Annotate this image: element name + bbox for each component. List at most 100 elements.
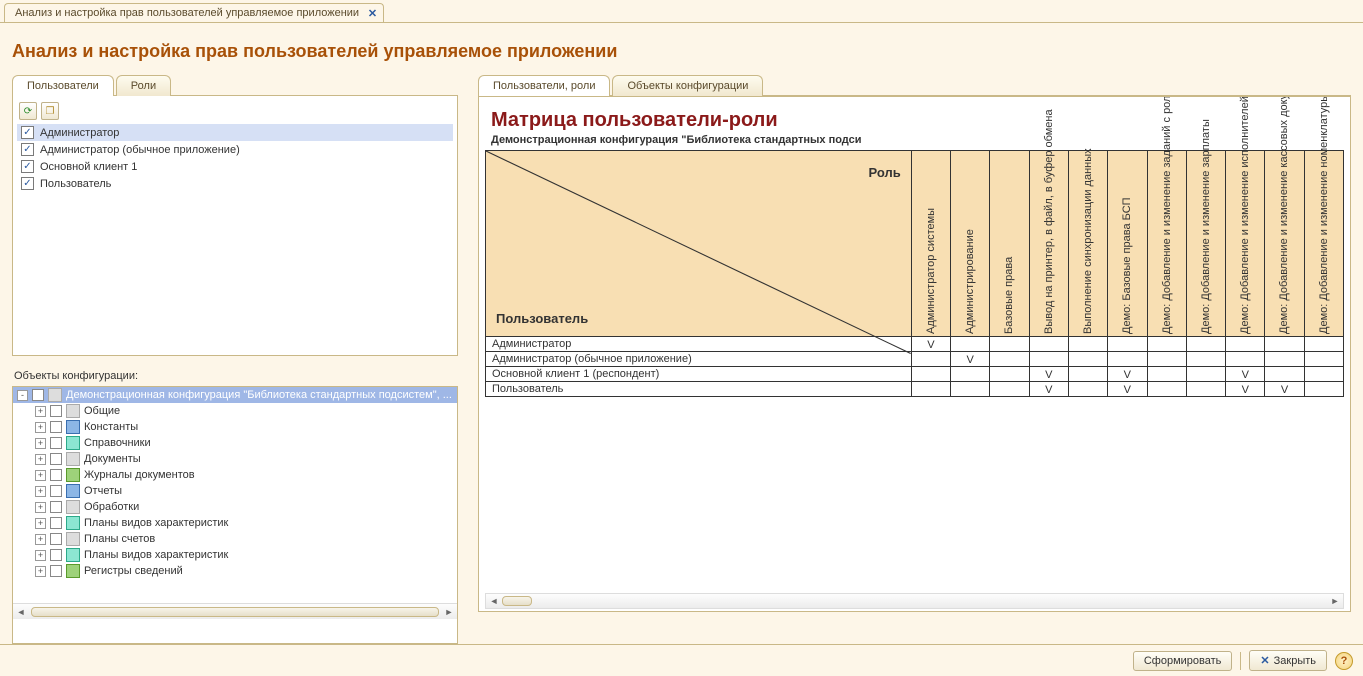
matrix-cell[interactable] [1068,337,1107,352]
matrix-cell[interactable] [951,337,990,352]
matrix-horizontal-scrollbar[interactable]: ◄ ► [485,593,1344,609]
expand-icon[interactable]: + [35,422,46,433]
checkbox-icon[interactable] [21,177,34,190]
matrix-cell[interactable] [911,352,950,367]
collapse-icon[interactable]: - [17,390,28,401]
user-row[interactable]: Администратор (обычное приложение) [17,141,453,158]
matrix-cell[interactable] [1147,367,1186,382]
matrix-cell[interactable]: V [1226,382,1265,397]
matrix-cell[interactable] [1186,382,1225,397]
checkbox-icon[interactable] [50,453,62,465]
tree-row[interactable]: +Планы видов характеристик [13,515,457,531]
expand-icon[interactable]: + [35,470,46,481]
checkbox-icon[interactable] [50,565,62,577]
tree-row[interactable]: -Демонстрационная конфигурация "Библиоте… [13,387,457,403]
matrix-cell[interactable]: V [1029,382,1068,397]
expand-icon[interactable]: + [35,502,46,513]
scroll-left-icon[interactable]: ◄ [13,607,29,617]
matrix-cell[interactable] [1147,352,1186,367]
tree-row[interactable]: +Журналы документов [13,467,457,483]
matrix-cell[interactable] [1304,352,1343,367]
matrix-cell[interactable]: V [1226,367,1265,382]
checkbox-icon[interactable] [21,160,34,173]
matrix-cell[interactable]: V [1108,367,1147,382]
matrix-cell[interactable] [1186,352,1225,367]
tab-users-roles[interactable]: Пользователи, роли [478,75,610,96]
checkbox-icon[interactable] [50,549,62,561]
expand-icon[interactable]: + [35,406,46,417]
matrix-cell[interactable] [1265,337,1304,352]
tree-row[interactable]: +Константы [13,419,457,435]
tree-row[interactable]: +Планы счетов [13,531,457,547]
matrix-cell[interactable] [990,367,1029,382]
scroll-thumb[interactable] [31,607,439,617]
close-button[interactable]: ✕Закрыть [1249,650,1327,671]
matrix-cell[interactable] [990,337,1029,352]
tree-row[interactable]: +Отчеты [13,483,457,499]
scroll-left-icon[interactable]: ◄ [486,596,502,606]
copy-button[interactable]: ❐ [41,102,59,120]
checkbox-icon[interactable] [21,143,34,156]
close-icon[interactable]: ✕ [368,7,377,20]
matrix-cell[interactable] [1068,352,1107,367]
matrix-cell[interactable] [1108,337,1147,352]
scroll-right-icon[interactable]: ► [441,607,457,617]
expand-icon[interactable]: + [35,454,46,465]
checkbox-icon[interactable] [50,437,62,449]
matrix-cell[interactable] [951,382,990,397]
user-row[interactable]: Администратор [17,124,453,141]
expand-icon[interactable]: + [35,534,46,545]
matrix-cell[interactable] [951,367,990,382]
expand-icon[interactable]: + [35,518,46,529]
matrix-cell[interactable] [1029,337,1068,352]
matrix-cell[interactable] [1304,337,1343,352]
matrix-cell[interactable]: V [951,352,990,367]
checkbox-icon[interactable] [50,421,62,433]
matrix-cell[interactable] [1265,352,1304,367]
expand-icon[interactable]: + [35,566,46,577]
tree-row[interactable]: +Справочники [13,435,457,451]
matrix-cell[interactable]: V [1265,382,1304,397]
help-button[interactable]: ? [1335,652,1353,670]
window-tab[interactable]: Анализ и настройка прав пользователей уп… [4,3,384,22]
scroll-right-icon[interactable]: ► [1327,596,1343,606]
tree-row[interactable]: +Планы видов характеристик [13,547,457,563]
tree-row[interactable]: +Общие [13,403,457,419]
matrix-cell[interactable] [911,382,950,397]
expand-icon[interactable]: + [35,486,46,497]
matrix-cell[interactable] [1108,352,1147,367]
matrix-cell[interactable]: V [1108,382,1147,397]
checkbox-icon[interactable] [50,485,62,497]
matrix-cell[interactable] [1304,367,1343,382]
matrix-cell[interactable] [1186,337,1225,352]
tree-row[interactable]: +Регистры сведений [13,563,457,579]
matrix-cell[interactable] [1147,337,1186,352]
matrix-cell[interactable]: V [1029,367,1068,382]
matrix-cell[interactable] [1029,352,1068,367]
tab-roles[interactable]: Роли [116,75,171,96]
expand-icon[interactable]: + [35,550,46,561]
matrix-cell[interactable] [1186,367,1225,382]
user-row[interactable]: Пользователь [17,175,453,192]
scroll-thumb[interactable] [502,596,532,606]
expand-icon[interactable]: + [35,438,46,449]
matrix-cell[interactable]: V [911,337,950,352]
checkbox-icon[interactable] [50,469,62,481]
checkbox-icon[interactable] [50,405,62,417]
tree-row[interactable]: +Обработки [13,499,457,515]
tab-users[interactable]: Пользователи [12,75,114,96]
matrix-cell[interactable] [1226,352,1265,367]
refresh-button[interactable]: ⟳ [19,102,37,120]
matrix-cell[interactable] [1068,382,1107,397]
generate-button[interactable]: Сформировать [1133,651,1233,671]
matrix-cell[interactable] [1304,382,1343,397]
tree-row[interactable]: +Документы [13,451,457,467]
matrix-cell[interactable] [990,352,1029,367]
checkbox-icon[interactable] [50,501,62,513]
matrix-cell[interactable] [911,367,950,382]
matrix-cell[interactable] [1147,382,1186,397]
matrix-cell[interactable] [990,382,1029,397]
tree-horizontal-scrollbar[interactable]: ◄ ► [13,603,457,619]
checkbox-icon[interactable] [32,389,44,401]
matrix-cell[interactable] [1226,337,1265,352]
